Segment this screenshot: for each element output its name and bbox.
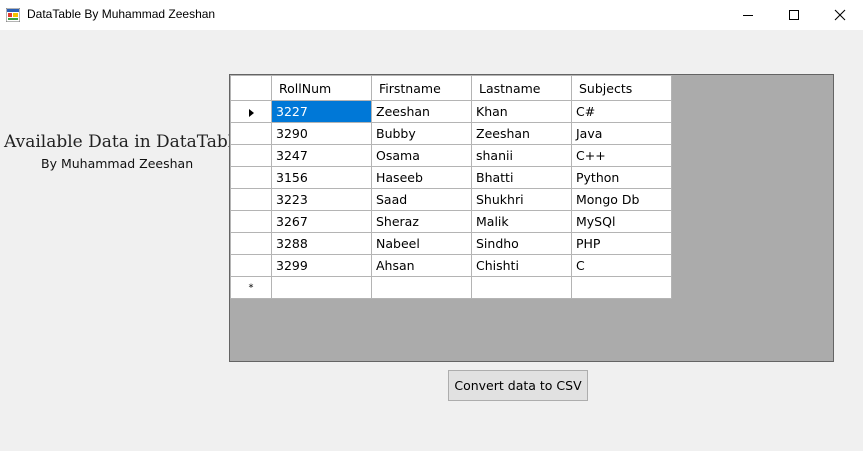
table-row[interactable]: 3299 Ahsan Chishti C (230, 254, 672, 277)
cell[interactable]: Ahsan (371, 254, 472, 277)
cell[interactable]: 3227 (271, 100, 372, 123)
column-header-lastname[interactable]: Lastname (471, 75, 572, 101)
new-row[interactable]: * (230, 276, 672, 299)
cell[interactable]: Mongo Db (571, 188, 672, 211)
cell[interactable]: 3156 (271, 166, 372, 189)
cell[interactable]: Sindho (471, 232, 572, 255)
cell[interactable]: C# (571, 100, 672, 123)
row-header[interactable] (230, 232, 272, 255)
row-header[interactable] (230, 122, 272, 145)
table-row[interactable]: 3247 Osama shanii C++ (230, 144, 672, 167)
cell[interactable]: Python (571, 166, 672, 189)
row-header[interactable] (230, 166, 272, 189)
cell[interactable]: Khan (471, 100, 572, 123)
empty-cell[interactable] (371, 276, 472, 299)
empty-cell[interactable] (571, 276, 672, 299)
column-header-firstname[interactable]: Firstname (371, 75, 472, 101)
new-row-marker-icon: * (248, 282, 254, 294)
cell[interactable]: Haseeb (371, 166, 472, 189)
cell[interactable]: MySQl (571, 210, 672, 233)
current-row-pointer-icon (248, 108, 254, 117)
cell[interactable]: Zeeshan (371, 100, 472, 123)
table-row[interactable]: 3290 Bubby Zeeshan Java (230, 122, 672, 145)
table-row[interactable]: 3288 Nabeel Sindho PHP (230, 232, 672, 255)
row-header[interactable] (230, 188, 272, 211)
cell[interactable]: 3247 (271, 144, 372, 167)
new-row-header[interactable]: * (230, 276, 272, 299)
cell[interactable]: Malik (471, 210, 572, 233)
app-icon (6, 8, 20, 22)
cell[interactable]: Nabeel (371, 232, 472, 255)
cell[interactable]: Shukhri (471, 188, 572, 211)
maximize-icon (789, 10, 799, 20)
cell[interactable]: Chishti (471, 254, 572, 277)
cell[interactable]: C (571, 254, 672, 277)
window-title: DataTable By Muhammad Zeeshan (27, 7, 216, 21)
cell[interactable]: Java (571, 122, 672, 145)
cell[interactable]: PHP (571, 232, 672, 255)
column-header-rollnum[interactable]: RollNum (271, 75, 372, 101)
cell[interactable]: shanii (471, 144, 572, 167)
close-button[interactable] (817, 0, 863, 30)
cell[interactable]: 3290 (271, 122, 372, 145)
row-header[interactable] (230, 254, 272, 277)
cell[interactable]: C++ (571, 144, 672, 167)
data-grid-view[interactable]: RollNum Firstname Lastname Subjects 3227… (229, 74, 834, 362)
page-heading: Available Data in DataTable (4, 132, 244, 152)
close-icon (834, 9, 846, 21)
empty-cell[interactable] (271, 276, 372, 299)
cell[interactable]: 3288 (271, 232, 372, 255)
page-subheading: By Muhammad Zeeshan (41, 156, 194, 171)
row-header[interactable] (230, 100, 272, 123)
row-header[interactable] (230, 144, 272, 167)
cell[interactable]: Saad (371, 188, 472, 211)
empty-cell[interactable] (471, 276, 572, 299)
minimize-icon (743, 14, 753, 16)
cell[interactable]: Bubby (371, 122, 472, 145)
cell[interactable]: Sheraz (371, 210, 472, 233)
cell[interactable]: Zeeshan (471, 122, 572, 145)
minimize-button[interactable] (725, 0, 771, 30)
table-row[interactable]: 3223 Saad Shukhri Mongo Db (230, 188, 672, 211)
convert-to-csv-button[interactable]: Convert data to CSV (448, 370, 588, 401)
cell[interactable]: 3299 (271, 254, 372, 277)
top-left-header-cell[interactable] (230, 75, 272, 101)
maximize-button[interactable] (771, 0, 817, 30)
header-row: RollNum Firstname Lastname Subjects (230, 75, 672, 101)
row-header[interactable] (230, 210, 272, 233)
table-row[interactable]: 3227 Zeeshan Khan C# (230, 100, 672, 123)
cell[interactable]: Osama (371, 144, 472, 167)
title-bar: DataTable By Muhammad Zeeshan (0, 0, 863, 30)
cell[interactable]: Bhatti (471, 166, 572, 189)
column-header-subjects[interactable]: Subjects (571, 75, 672, 101)
cell[interactable]: 3223 (271, 188, 372, 211)
data-table[interactable]: RollNum Firstname Lastname Subjects 3227… (230, 75, 672, 299)
table-row[interactable]: 3156 Haseeb Bhatti Python (230, 166, 672, 189)
table-row[interactable]: 3267 Sheraz Malik MySQl (230, 210, 672, 233)
cell[interactable]: 3267 (271, 210, 372, 233)
